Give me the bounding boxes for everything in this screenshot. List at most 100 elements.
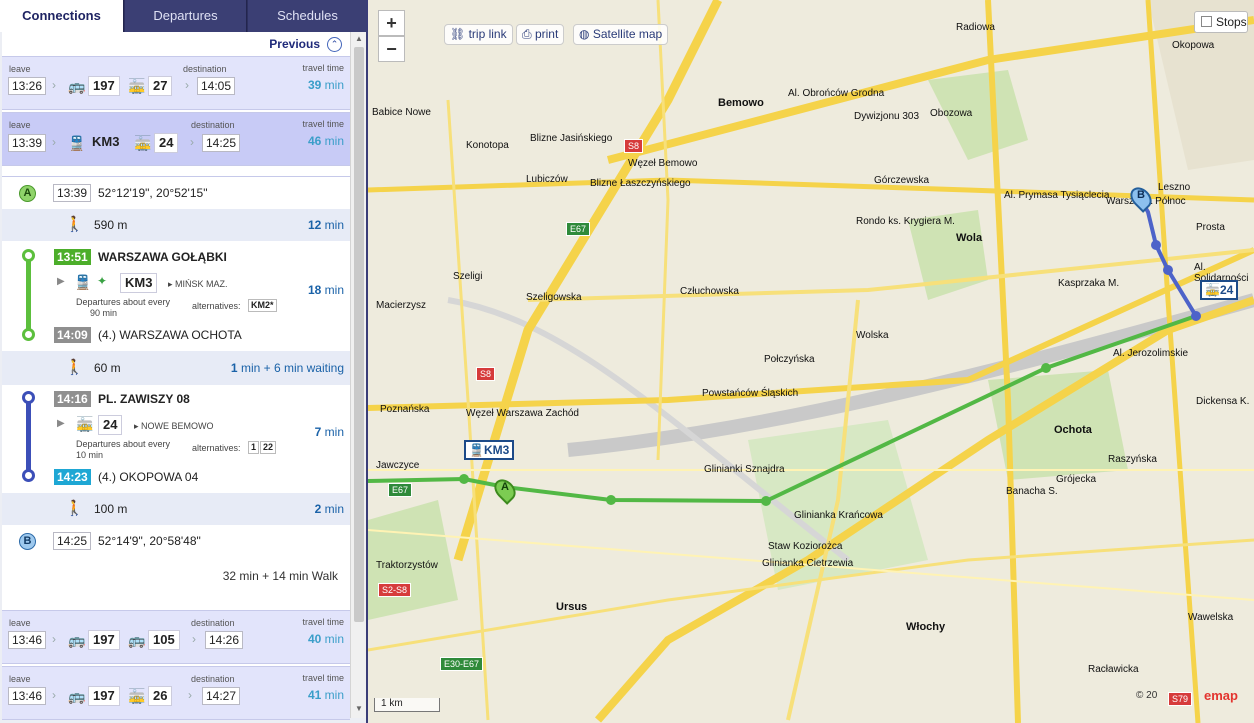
road-shield: S8 (476, 367, 496, 381)
road-shield: S79 (1168, 692, 1193, 706)
road-shield: E30-E67 (440, 657, 484, 671)
travel-time-label: travel time (302, 119, 344, 129)
place-label: Lubiczów (526, 174, 568, 185)
walk-icon: 🚶 (65, 359, 84, 376)
district-label: Ursus (556, 601, 588, 613)
street-label: Szeligowska (526, 292, 582, 303)
connection-row[interactable]: leave 13:26 › 🚌 197 🚋 27 › destination 1… (2, 56, 350, 110)
route-detail: A 13:39 52°12'19", 20°52'15" 🚶 590 m 12 … (2, 176, 350, 611)
arrive-time: 14:27 (202, 687, 241, 705)
departure-stop: PL. ZAWISZY 08 (98, 392, 190, 406)
travel-time: 46 min (307, 134, 344, 148)
previous-label[interactable]: Previous (269, 37, 320, 51)
travel-time: 41 min (307, 688, 344, 702)
map-view[interactable]: + − ⛓ trip link ⎙ print ◍ Satellite map … (368, 0, 1254, 723)
street-label: Poznańska (380, 404, 430, 415)
road-shield: E67 (388, 483, 413, 497)
chevron-up-icon[interactable]: ⌃ (327, 37, 342, 52)
alternatives-label: alternatives: (192, 443, 241, 453)
arrival-stop: (4.) WARSZAWA OCHOTA (98, 328, 242, 342)
scrollbar[interactable]: ▲ ▼ (350, 32, 366, 718)
arrive-time: 14:25 (202, 134, 241, 152)
street-label: Al. Prymasa Tysiąclecia (1004, 190, 1110, 201)
connections-panel: Connections Departures Schedules Previou… (0, 0, 368, 723)
bus-icon: 🚌 (68, 688, 86, 704)
street-label: Raszyńska (1108, 454, 1157, 465)
walk-time: 12 min (307, 218, 344, 232)
checkbox-icon[interactable] (1201, 16, 1212, 27)
street-label: Prosta (1196, 222, 1225, 233)
place-label: Węzeł Warszawa Zachód (466, 408, 579, 419)
end-time: 14:25 (53, 532, 92, 550)
departure-time: 13:51 (54, 249, 91, 265)
arrive-time: 14:05 (197, 77, 236, 95)
start-time: 13:39 (53, 184, 92, 202)
walk-row: 🚶 590 m 12 min (2, 209, 350, 241)
tab-schedules[interactable]: Schedules (248, 0, 366, 32)
street-label: Okopowa (1172, 40, 1215, 51)
walk-distance: 60 m (94, 361, 121, 375)
tab-connections[interactable]: Connections (0, 0, 124, 32)
leg-duration: 7 min (314, 425, 344, 439)
alternative-line[interactable]: 1 (248, 441, 260, 454)
operator-logo-icon: ✦ (97, 274, 108, 288)
street-label: Traktorzystów (376, 560, 438, 571)
stop-dot (22, 469, 35, 482)
train-km3-marker[interactable]: 🚆KM3 (464, 440, 515, 460)
place-label: Macierzysz (376, 300, 427, 311)
line-number: 197 (88, 630, 120, 650)
street-label: Dickensa K. (1196, 396, 1250, 407)
connection-row[interactable]: leave 13:46 › 🚌 197 🚋 26 › destination 1… (2, 666, 350, 720)
direction: ▸ NOWE BEMOWO (134, 421, 214, 431)
destination-label: destination (191, 120, 235, 130)
stop-dot (22, 249, 35, 262)
stops-checkbox[interactable]: Stops (1194, 11, 1248, 33)
expand-arrow-icon[interactable]: ▶ (57, 418, 65, 429)
street-label: Leszno (1158, 182, 1191, 193)
print-button[interactable]: ⎙ print (516, 24, 565, 45)
street-label: Wawelska (1188, 612, 1234, 623)
trip-link-button[interactable]: ⛓ trip link (444, 24, 513, 45)
emap-logo: emap (1204, 688, 1238, 703)
road-shield: E67 (566, 222, 591, 236)
arrival-time: 14:23 (54, 469, 91, 485)
printer-icon: ⎙ (522, 27, 532, 41)
tram-icon: 🚋 (128, 78, 146, 94)
street-label: Kasprzaka M. (1058, 278, 1120, 289)
travel-time: 40 min (307, 632, 344, 646)
tram-icon: 🚋 (128, 688, 146, 704)
scroll-up-icon[interactable]: ▲ (355, 34, 363, 43)
scroll-down-icon[interactable]: ▼ (355, 704, 363, 713)
satellite-map-button[interactable]: ◍ Satellite map (573, 24, 669, 45)
travel-time-label: travel time (302, 63, 344, 73)
line-number: KM3 (120, 273, 158, 293)
tram-icon: 🚋 (1205, 283, 1220, 297)
bus-icon: 🚌 (128, 632, 146, 648)
walk-distance: 100 m (94, 502, 128, 516)
street-label: Al. Obrońców Grodna (788, 88, 885, 99)
expand-arrow-icon[interactable]: ▶ (57, 276, 65, 287)
walk-distance: 590 m (94, 218, 128, 232)
travel-time: 39 min (307, 78, 344, 92)
chevron-right-icon: › (52, 688, 56, 702)
train-icon: 🚆 (68, 135, 86, 151)
scroll-thumb[interactable] (354, 47, 364, 622)
street-label: Racławicka (1088, 664, 1139, 675)
line-number: 105 (148, 630, 180, 650)
leave-label: leave (9, 618, 31, 628)
connection-row[interactable]: leave 13:46 › 🚌 197 🚌 105 › destination … (2, 610, 350, 664)
chevron-right-icon: › (185, 78, 189, 92)
pin-b-label: B (1137, 189, 1145, 201)
place-label: Rondo ks. Krygiera M. (856, 216, 955, 227)
zoom-in-button[interactable]: + (378, 10, 405, 36)
alternative-line[interactable]: KM2* (248, 299, 277, 312)
tab-departures[interactable]: Departures (125, 0, 247, 32)
place-label: Babice Nowe (372, 107, 431, 118)
zoom-out-button[interactable]: − (378, 36, 405, 62)
road-shield: S8 (624, 139, 644, 153)
previous-row[interactable]: Previous ⌃ (2, 32, 350, 56)
travel-time-label: travel time (302, 617, 344, 627)
tram-24-marker[interactable]: 🚋24 (1200, 280, 1239, 300)
alternative-line[interactable]: 22 (260, 441, 277, 454)
connection-row-selected[interactable]: leave 13:39 › 🚆 KM3 🚋 24 › destination 1… (2, 112, 350, 166)
